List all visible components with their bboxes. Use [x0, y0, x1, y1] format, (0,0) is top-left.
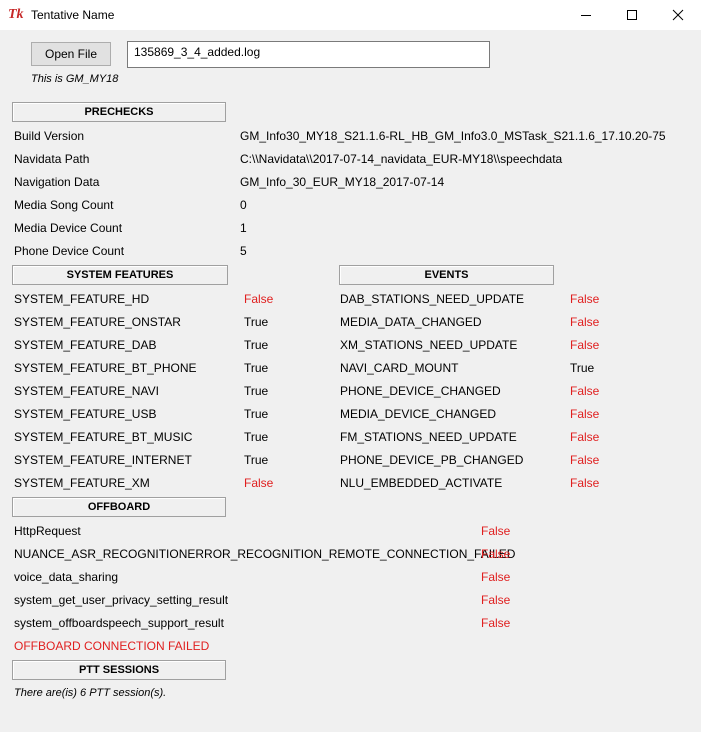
system-feature-value: True: [244, 453, 269, 467]
event-name: XM_STATIONS_NEED_UPDATE: [340, 338, 518, 352]
model-note: This is GM_MY18: [31, 73, 119, 85]
precheck-value: 0: [240, 198, 247, 212]
open-file-button[interactable]: Open File: [31, 42, 111, 66]
close-icon: [672, 9, 684, 21]
ptt-sessions-header: PTT SESSIONS: [12, 660, 226, 680]
event-name: NLU_EMBEDDED_ACTIVATE: [340, 476, 503, 490]
precheck-label: Phone Device Count: [14, 244, 125, 258]
offboard-item-name: system_offboardspeech_support_result: [14, 616, 224, 630]
offboard-item-value: False: [481, 547, 511, 561]
system-feature-name: SYSTEM_FEATURE_NAVI: [14, 384, 159, 398]
events-header: EVENTS: [339, 265, 554, 285]
system-feature-name: SYSTEM_FEATURE_INTERNET: [14, 453, 192, 467]
maximize-icon: [627, 10, 637, 20]
minimize-icon: [581, 15, 591, 16]
system-feature-name: SYSTEM_FEATURE_BT_PHONE: [14, 361, 197, 375]
system-feature-name: SYSTEM_FEATURE_USB: [14, 407, 157, 421]
precheck-value: 1: [240, 221, 247, 235]
precheck-value: GM_Info_30_EUR_MY18_2017-07-14: [240, 175, 445, 189]
precheck-label: Build Version: [14, 129, 85, 143]
precheck-label: Media Song Count: [14, 198, 114, 212]
system-feature-value: False: [244, 476, 274, 490]
system-feature-value: True: [244, 338, 269, 352]
offboard-status: OFFBOARD CONNECTION FAILED: [14, 639, 210, 653]
event-value: False: [570, 430, 600, 444]
event-name: PHONE_DEVICE_PB_CHANGED: [340, 453, 524, 467]
ptt-summary: There are(is) 6 PTT session(s).: [14, 687, 167, 699]
event-value: False: [570, 338, 600, 352]
event-value: False: [570, 292, 600, 306]
maximize-button[interactable]: [609, 0, 655, 30]
system-feature-name: SYSTEM_FEATURE_ONSTAR: [14, 315, 181, 329]
offboard-item-name: NUANCE_ASR_RECOGNITIONERROR_RECOGNITION_…: [14, 547, 516, 561]
title-bar: Tk Tentative Name: [0, 0, 701, 30]
system-feature-value: True: [244, 430, 269, 444]
event-name: DAB_STATIONS_NEED_UPDATE: [340, 292, 525, 306]
system-feature-name: SYSTEM_FEATURE_DAB: [14, 338, 157, 352]
system-feature-value: False: [244, 292, 274, 306]
close-button[interactable]: [655, 0, 701, 30]
offboard-item-name: system_get_user_privacy_setting_result: [14, 593, 229, 607]
precheck-value: GM_Info30_MY18_S21.1.6-RL_HB_GM_Info3.0_…: [240, 129, 666, 143]
prechecks-header: PRECHECKS: [12, 102, 226, 122]
file-path-field[interactable]: 135869_3_4_added.log: [127, 41, 490, 68]
event-value: False: [570, 384, 600, 398]
event-value: True: [570, 361, 595, 375]
offboard-item-name: voice_data_sharing: [14, 570, 119, 584]
offboard-header: OFFBOARD: [12, 497, 226, 517]
event-name: MEDIA_DEVICE_CHANGED: [340, 407, 497, 421]
precheck-label: Media Device Count: [14, 221, 123, 235]
event-name: FM_STATIONS_NEED_UPDATE: [340, 430, 517, 444]
system-feature-value: True: [244, 407, 269, 421]
event-name: MEDIA_DATA_CHANGED: [340, 315, 482, 329]
event-name: PHONE_DEVICE_CHANGED: [340, 384, 501, 398]
system-feature-name: SYSTEM_FEATURE_HD: [14, 292, 150, 306]
offboard-item-value: False: [481, 524, 511, 538]
offboard-item-name: HttpRequest: [14, 524, 81, 538]
precheck-label: Navigation Data: [14, 175, 100, 189]
tk-logo-icon: Tk: [8, 7, 24, 22]
offboard-item-value: False: [481, 616, 511, 630]
event-value: False: [570, 453, 600, 467]
system-feature-name: SYSTEM_FEATURE_XM: [14, 476, 150, 490]
event-value: False: [570, 476, 600, 490]
event-value: False: [570, 315, 600, 329]
system-feature-value: True: [244, 315, 269, 329]
event-value: False: [570, 407, 600, 421]
system-feature-value: True: [244, 361, 269, 375]
precheck-value: C:\\Navidata\\2017-07-14_navidata_EUR-MY…: [240, 152, 563, 166]
offboard-item-value: False: [481, 593, 511, 607]
minimize-button[interactable]: [563, 0, 609, 30]
offboard-item-value: False: [481, 570, 511, 584]
system-feature-name: SYSTEM_FEATURE_BT_MUSIC: [14, 430, 193, 444]
event-name: NAVI_CARD_MOUNT: [340, 361, 459, 375]
window-title: Tentative Name: [31, 8, 115, 22]
precheck-label: Navidata Path: [14, 152, 90, 166]
precheck-value: 5: [240, 244, 247, 258]
system-feature-value: True: [244, 384, 269, 398]
system-features-header: SYSTEM FEATURES: [12, 265, 228, 285]
